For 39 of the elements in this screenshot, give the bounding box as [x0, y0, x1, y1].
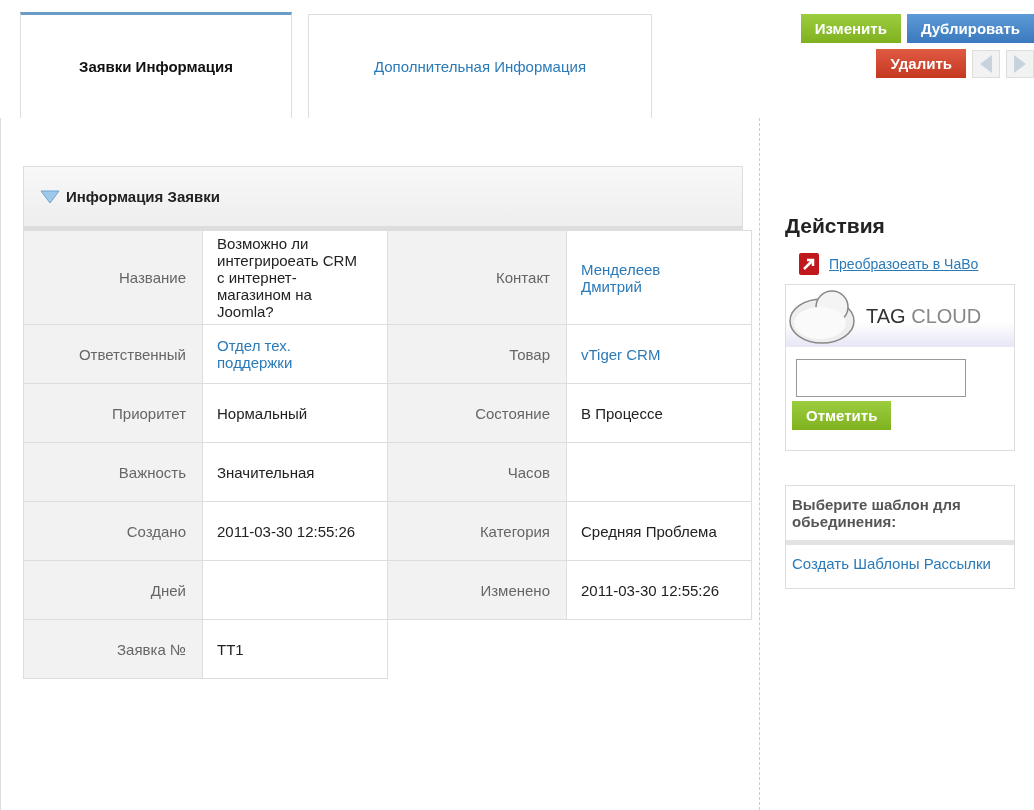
field-label: Создано: [23, 501, 203, 561]
field-link[interactable]: vTiger CRM: [581, 345, 723, 363]
block-header[interactable]: Информация Заявки: [23, 166, 743, 230]
field-link[interactable]: Отдел тех. поддержки: [217, 337, 359, 371]
field-text: Значительная: [217, 463, 316, 481]
tab[interactable]: Дополнительная Информация: [308, 14, 652, 118]
delete-button[interactable]: Удалить: [876, 49, 966, 78]
sidebar-title: Действия: [785, 214, 886, 238]
field-label: Приоритет: [23, 383, 203, 443]
field-label: Изменено: [387, 560, 567, 620]
field-label: Часов: [387, 442, 567, 502]
field-label: Категория: [387, 501, 567, 561]
field-text: В Процессе: [581, 404, 664, 422]
field-label: Заявка №: [23, 619, 203, 679]
tag-input-field[interactable]: [796, 359, 966, 397]
field-text: 2011-03-30 12:55:26: [581, 581, 721, 599]
tag-cloud-title: TAG CLOUD: [866, 304, 982, 328]
collapse-icon[interactable]: [40, 189, 60, 204]
field-text: Возможно ли интегрироеать CRM с интернет-магазином на Joomla?: [217, 235, 358, 320]
field-label: Название: [23, 230, 203, 325]
field-label: Состояние: [387, 383, 567, 443]
next-icon[interactable]: [1006, 49, 1034, 78]
field-text: TT1: [217, 640, 245, 658]
template-title: Выберите шаблон для обьединения:: [786, 486, 1014, 545]
field-label: Контакт: [387, 230, 567, 325]
field-text: Средняя Проблема: [581, 522, 718, 540]
create-template-link[interactable]: Создать Шаблоны Рассылки: [792, 555, 991, 572]
field-text: Нормальный: [217, 404, 309, 422]
previous-icon[interactable]: [972, 49, 1000, 78]
tab[interactable]: Заявки Информация: [20, 12, 292, 118]
field-label: Товар: [387, 324, 567, 384]
field-label: Дней: [23, 560, 203, 620]
block-title: Информация Заявки: [66, 188, 220, 205]
field-link[interactable]: Менделеев Дмитрий: [581, 260, 723, 295]
convert-link[interactable]: Преобразоеать в ЧаВо: [829, 252, 979, 276]
field-label: Ответственный: [23, 324, 203, 384]
action-button[interactable]: Дублировать: [906, 14, 1034, 43]
field-label: Важность: [23, 442, 203, 502]
field-text: 2011-03-30 12:55:26: [217, 522, 357, 540]
